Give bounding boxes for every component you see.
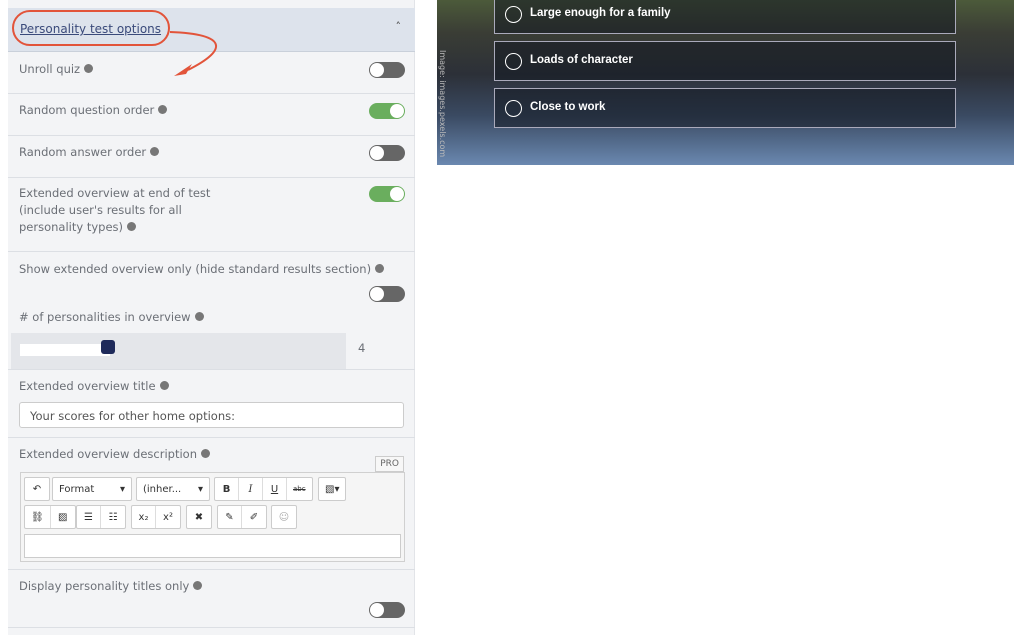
info-icon[interactable] [375,264,385,273]
info-icon[interactable] [84,64,94,73]
paint-icon[interactable]: ✐ [242,506,266,528]
font-dropdown[interactable]: (inher... ▾ [137,478,209,500]
pro-badge: PRO [375,456,404,472]
info-icon[interactable] [159,381,169,390]
titles-only-toggle[interactable] [369,602,405,618]
show-extended-only-toggle[interactable] [369,286,405,302]
option-extended-overview: Extended overview at end of test (includ… [8,178,415,252]
answer-option[interactable]: Close to work [494,88,956,128]
unroll-quiz-toggle[interactable] [369,62,405,78]
info-icon[interactable] [127,222,136,231]
answer-option[interactable]: Loads of character [494,41,956,81]
info-icon[interactable] [158,105,168,114]
italic-button[interactable]: I [239,478,263,500]
annotation-oval [12,10,170,46]
radio-icon[interactable] [505,6,522,23]
subscript-icon[interactable]: x₂ [132,506,156,528]
personalities-value: 4 [358,341,366,355]
info-icon[interactable] [150,147,160,156]
overview-title-input[interactable]: Your scores for other home options: [19,402,404,428]
info-icon[interactable] [201,449,210,458]
info-icon[interactable] [194,312,204,321]
random-question-toggle[interactable] [369,103,405,119]
undo-icon[interactable]: ↶ [25,478,49,500]
image-credit: Image: images.pexels.com [438,50,447,158]
personalities-slider[interactable] [11,333,346,369]
random-answer-toggle[interactable] [369,145,405,161]
bold-button[interactable]: B [215,478,239,500]
description-textarea[interactable] [24,534,401,558]
clear-format-icon[interactable]: ✖ [187,506,211,528]
bullet-list-icon[interactable]: ☰ [77,506,101,528]
section-header[interactable]: Personality test options ˄ [8,8,415,76]
chevron-up-icon[interactable]: ˄ [396,20,402,33]
option-unroll-quiz: Unroll quiz [8,52,415,94]
brush-icon[interactable]: ✎ [218,506,242,528]
info-icon[interactable] [193,581,203,590]
option-random-question-order: Random question order [8,94,415,136]
emoji-icon[interactable]: ☺ [272,506,296,528]
numbered-list-icon[interactable]: ☷ [101,506,125,528]
slider-thumb[interactable] [101,340,115,354]
strikethrough-button[interactable]: abc [287,478,312,500]
link-icon[interactable]: ⛓ [25,506,51,528]
radio-icon[interactable] [505,53,522,70]
format-dropdown[interactable]: Format ▾ [53,478,131,500]
extended-overview-toggle[interactable] [369,186,405,202]
answer-option[interactable]: Large enough for a family [494,0,956,34]
rich-text-editor: ↶ Format ▾ (inher... ▾ B I Uabc ▧▾ ⛓ ▨ ☰ ☷ x₂ x… [20,472,405,562]
underline-button[interactable]: U [263,478,287,500]
settings-panel: Personality test options ˄ Unroll quiz R… [8,0,415,635]
image-icon[interactable]: ▨ [51,506,75,528]
radio-icon[interactable] [505,100,522,117]
color-picker-icon[interactable]: ▧▾ [319,478,345,500]
option-random-answer-order: Random answer order [8,136,415,178]
option-titles-only: Display personality titles only [8,570,415,628]
quiz-preview-image: Image: images.pexels.com Large enough fo… [437,0,1014,165]
superscript-icon[interactable]: x² [156,506,180,528]
